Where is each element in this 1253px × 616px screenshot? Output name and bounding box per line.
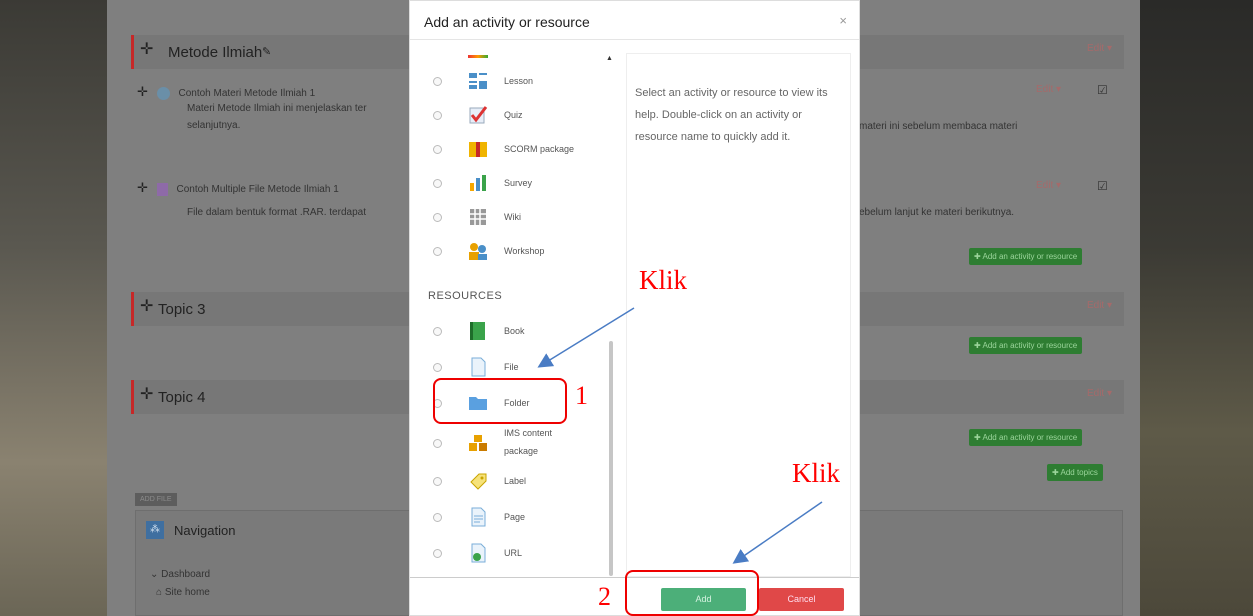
arrow-to-file (537, 307, 635, 368)
arrow-to-add (732, 501, 823, 564)
annotation-arrows (537, 307, 823, 564)
